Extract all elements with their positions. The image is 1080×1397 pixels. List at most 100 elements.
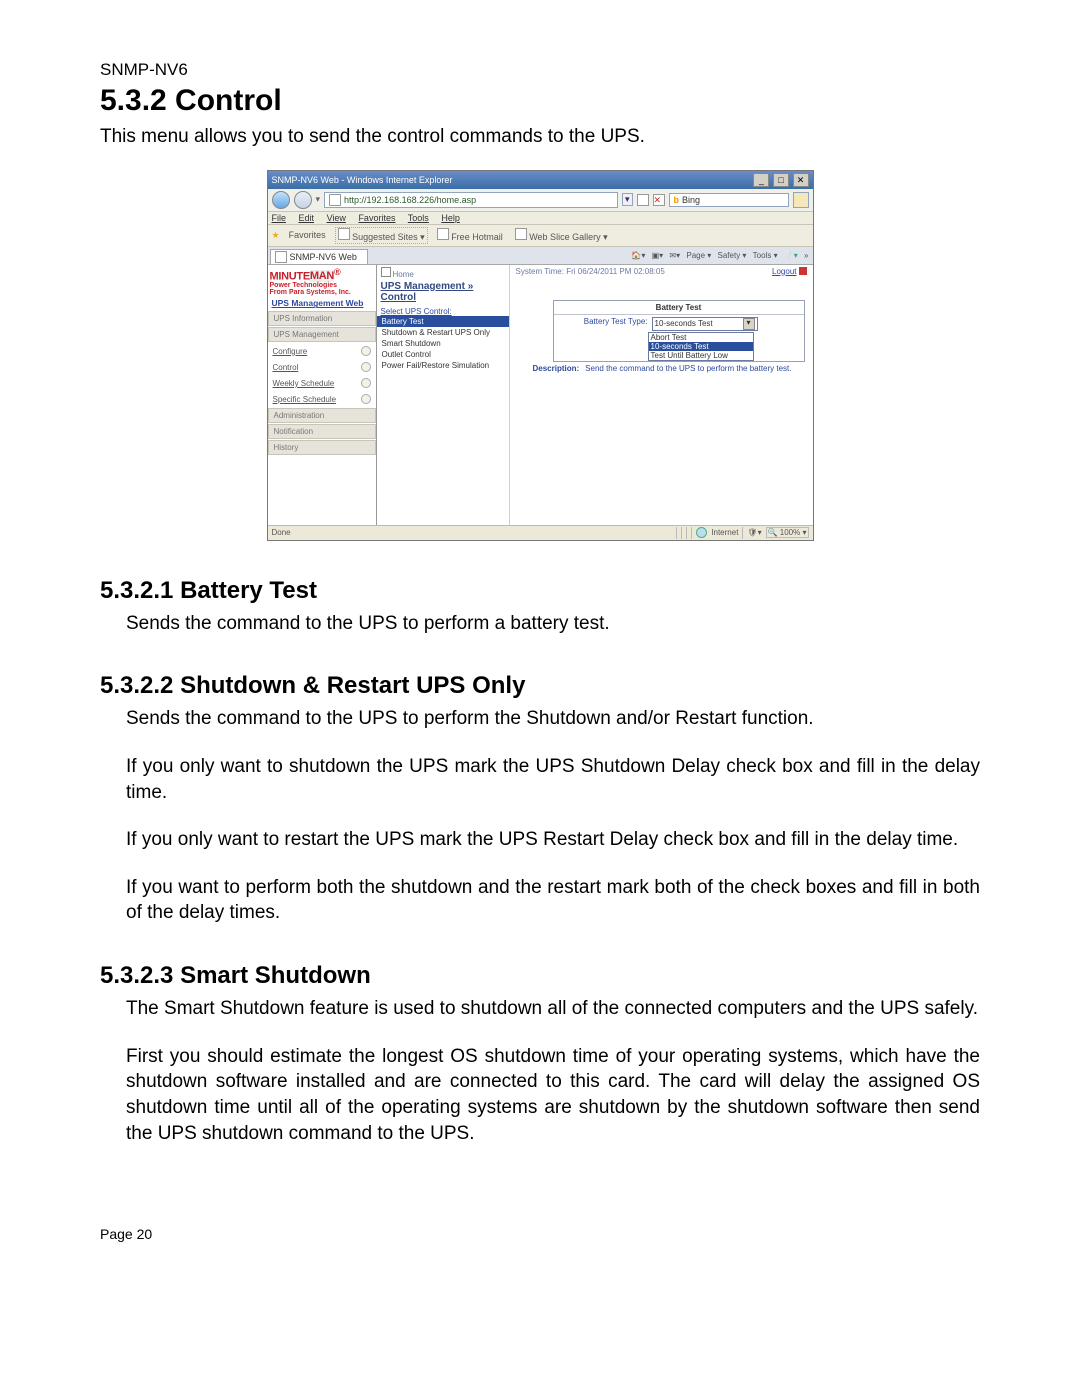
logout-link[interactable]: Logout (772, 267, 806, 276)
status-internet: Internet (711, 528, 738, 537)
minimize-button[interactable]: _ (753, 173, 769, 187)
feeds-icon[interactable]: ▣▾ (652, 251, 664, 260)
fav-hotmail[interactable]: Free Hotmail (434, 227, 506, 243)
window-titlebar: SNMP-NV6 Web - Windows Internet Explorer… (268, 171, 813, 189)
chevron-icon[interactable]: » (804, 251, 808, 260)
browser-tab[interactable]: SNMP-NV6 Web (270, 249, 368, 264)
globe-icon (338, 228, 350, 240)
doc-header: SNMP-NV6 (100, 60, 980, 80)
sidebar-title: UPS Management Web (268, 296, 376, 310)
search-button[interactable] (793, 192, 809, 208)
menu-bar[interactable]: File Edit View Favorites Tools Help (268, 212, 813, 225)
main-panel: System Time: Fri 06/24/2011 PM 02:08:05 … (510, 265, 813, 525)
ctl-outlet-control[interactable]: Outlet Control (377, 349, 509, 360)
sub2-p2: If you only want to shutdown the UPS mar… (126, 754, 980, 805)
brand-logo: MINUTEMAN® (268, 265, 376, 283)
sidebar-ups-management[interactable]: UPS Management (268, 327, 376, 342)
home-icon[interactable]: 🏠▾ (631, 251, 645, 260)
sidebar-history[interactable]: History (268, 440, 376, 455)
radio-icon (361, 394, 371, 404)
status-done: Done (272, 528, 291, 537)
sub2-title: 5.3.2.2 Shutdown & Restart UPS Only (100, 672, 980, 700)
description-text: Send the command to the UPS to perform t… (585, 364, 791, 373)
mail-icon[interactable]: ✉▾ (669, 251, 680, 260)
protected-mode-icon[interactable]: 🛡▾ (747, 528, 761, 537)
page-icon (515, 228, 527, 240)
page-toolbar: 🏠▾ ▣▾ ✉▾ Page ▾ Safety ▾ Tools ▾ ❔▾ » (623, 249, 812, 262)
home-icon[interactable] (381, 267, 391, 277)
battery-type-select[interactable]: 10-seconds Test ▾ (652, 317, 758, 331)
sidebar-notification[interactable]: Notification (268, 424, 376, 439)
sidebar: MINUTEMAN® Power Technologies From Para … (268, 265, 376, 525)
sub1-title: 5.3.2.1 Battery Test (100, 577, 980, 605)
section-intro: This menu allows you to send the control… (100, 124, 980, 150)
description-label: Description: (533, 364, 580, 373)
sidebar-specific[interactable]: Specific Schedule (268, 391, 376, 407)
sub2-p1: Sends the command to the UPS to perform … (126, 706, 980, 732)
sidebar-weekly[interactable]: Weekly Schedule (268, 375, 376, 391)
opt-abort[interactable]: Abort Test (649, 333, 753, 342)
status-bar: Done Internet 🛡▾ 🔍 100% ▾ (268, 525, 813, 540)
menu-favorites[interactable]: Favorites (358, 213, 395, 223)
control-select-panel: Home UPS Management » Control Select UPS… (376, 265, 510, 525)
favorites-label[interactable]: Favorites (286, 229, 329, 241)
page-menu[interactable]: Page ▾ (686, 251, 711, 260)
sub3-title: 5.3.2.3 Smart Shutdown (100, 962, 980, 990)
battery-test-panel: Battery Test Battery Test Type: 10-secon… (553, 300, 805, 362)
ctl-shutdown-restart[interactable]: Shutdown & Restart UPS Only (377, 327, 509, 338)
sidebar-administration[interactable]: Administration (268, 408, 376, 423)
sub3-p1: The Smart Shutdown feature is used to sh… (126, 996, 980, 1022)
menu-file[interactable]: File (272, 213, 287, 223)
maximize-button[interactable]: □ (773, 173, 789, 187)
sub3-p2: First you should estimate the longest OS… (126, 1044, 980, 1147)
sidebar-ups-information[interactable]: UPS Information (268, 311, 376, 326)
menu-edit[interactable]: Edit (299, 213, 315, 223)
select-control-label: Select UPS Control: (377, 303, 509, 316)
battery-type-dropdown[interactable]: Abort Test 10-seconds Test Test Until Ba… (648, 332, 754, 361)
ctl-battery-test[interactable]: Battery Test (377, 316, 509, 327)
brand-sub2: From Para Systems, Inc. (268, 289, 376, 296)
window-buttons[interactable]: _ □ ✕ (752, 173, 808, 187)
zoom-level[interactable]: 🔍 100% ▾ (766, 527, 809, 538)
fav-gallery[interactable]: Web Slice Gallery ▾ (512, 227, 611, 244)
refresh-icon[interactable] (637, 194, 649, 206)
page-content: MINUTEMAN® Power Technologies From Para … (268, 265, 813, 525)
opt-ten[interactable]: 10-seconds Test (649, 342, 753, 351)
ie-window: SNMP-NV6 Web - Windows Internet Explorer… (267, 170, 814, 541)
logout-icon (799, 267, 807, 275)
brand-sub1: Power Technologies (268, 282, 376, 289)
sub2-p4: If you want to perform both the shutdown… (126, 875, 980, 926)
nav-row: ▾ http://192.168.168.226/home.asp ▾ ✕ b … (268, 189, 813, 212)
bing-icon: b (674, 195, 680, 205)
page-footer: Page 20 (100, 1226, 980, 1242)
sidebar-control[interactable]: Control (268, 359, 376, 375)
nav-dropdown-icon[interactable]: ▾ (316, 194, 321, 205)
fav-suggested[interactable]: Suggested Sites ▾ (335, 227, 428, 244)
tab-icon (275, 251, 287, 263)
tab-bar: SNMP-NV6 Web 🏠▾ ▣▾ ✉▾ Page ▾ Safety ▾ To… (268, 247, 813, 265)
back-button[interactable] (272, 191, 290, 209)
ctl-powerfail[interactable]: Power Fail/Restore Simulation (377, 360, 509, 371)
opt-until[interactable]: Test Until Battery Low (649, 351, 753, 360)
star-icon[interactable]: ★ (272, 230, 280, 241)
search-input[interactable]: b Bing (669, 193, 789, 207)
chevron-down-icon[interactable]: ▾ (743, 318, 755, 330)
window-title: SNMP-NV6 Web - Windows Internet Explorer (272, 175, 453, 185)
system-time: System Time: Fri 06/24/2011 PM 02:08:05 (516, 267, 665, 276)
menu-tools[interactable]: Tools (408, 213, 429, 223)
radio-icon (361, 346, 371, 356)
address-bar[interactable]: http://192.168.168.226/home.asp (324, 192, 618, 208)
menu-help[interactable]: Help (441, 213, 460, 223)
ctl-smart-shutdown[interactable]: Smart Shutdown (377, 338, 509, 349)
safety-menu[interactable]: Safety ▾ (718, 251, 747, 260)
section-title: 5.3.2 Control (100, 84, 980, 118)
menu-view[interactable]: View (327, 213, 346, 223)
sidebar-configure[interactable]: Configure (268, 343, 376, 359)
tools-menu[interactable]: Tools ▾ (753, 251, 778, 260)
stop-icon[interactable]: ✕ (653, 194, 665, 206)
addr-dropdown-icon[interactable]: ▾ (622, 193, 633, 206)
close-button[interactable]: ✕ (793, 173, 809, 187)
forward-button[interactable] (294, 191, 312, 209)
help-icon[interactable]: ❔▾ (784, 251, 798, 260)
radio-icon (361, 362, 371, 372)
